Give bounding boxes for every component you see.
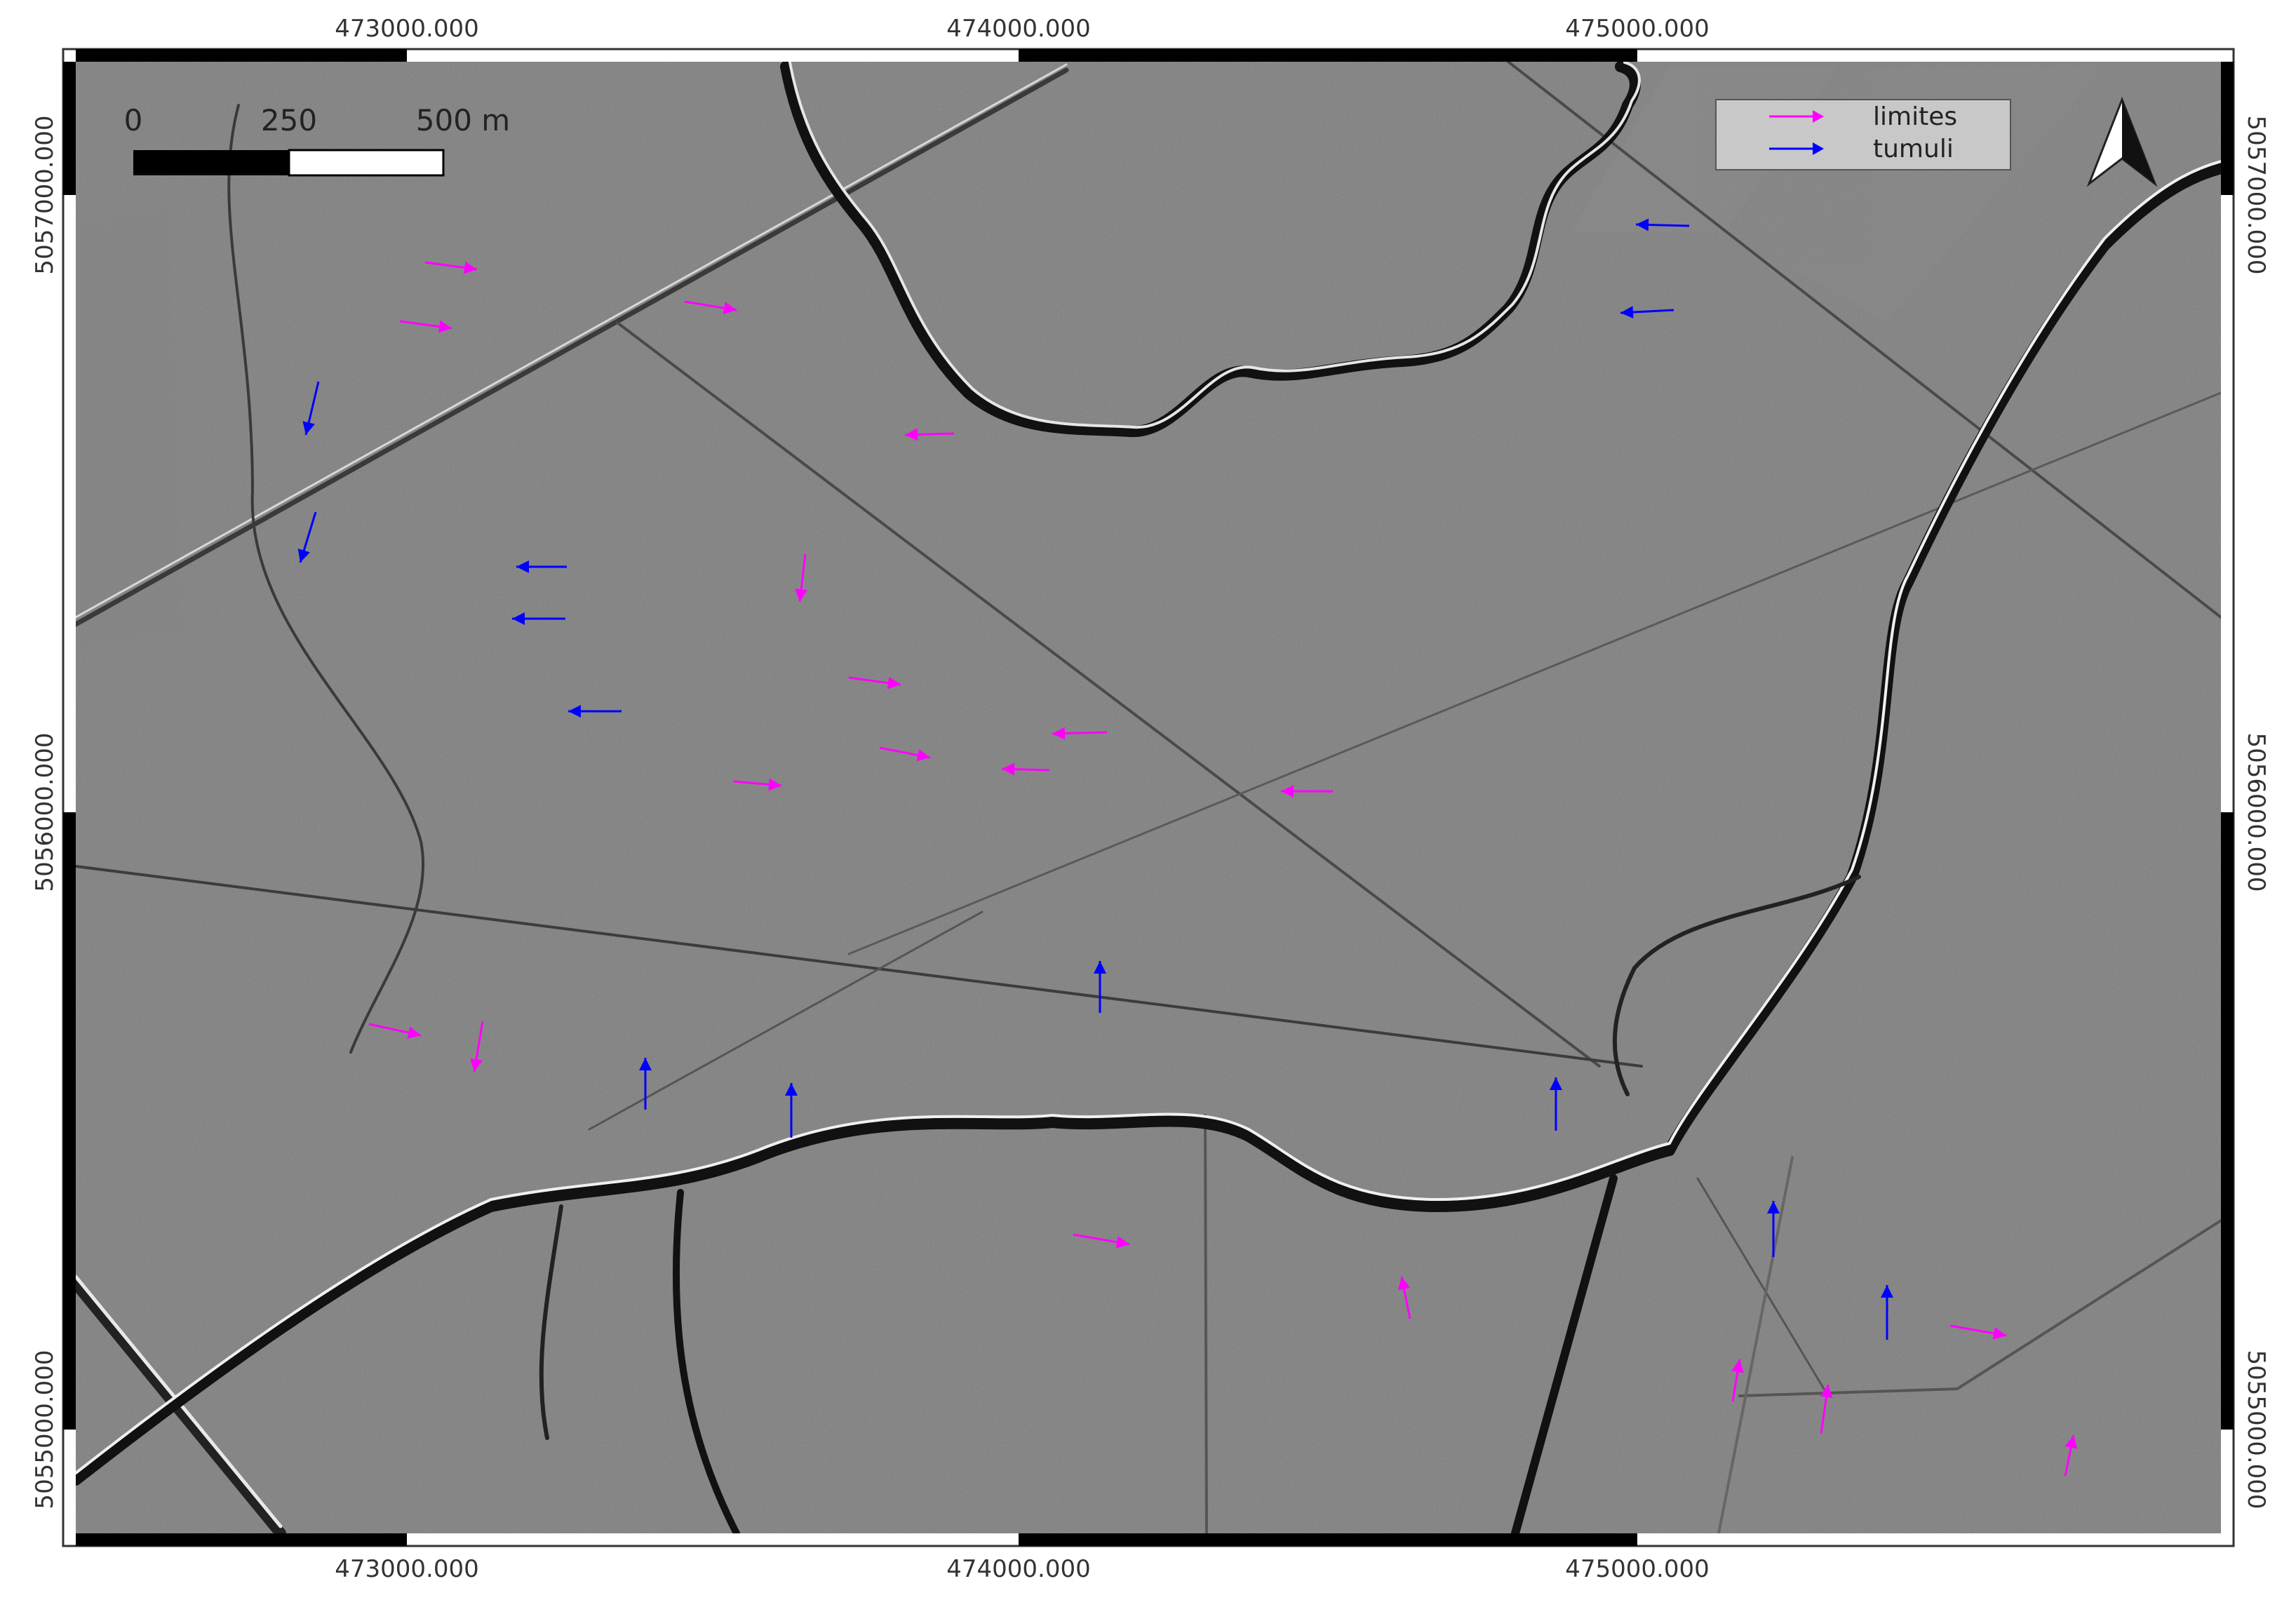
y-coordinate-labels-left: 5057000.000 5056000.000 5055000.000: [31, 115, 59, 1509]
scale-tick-label: 0: [124, 103, 143, 137]
y-coord-label: 5056000.000: [2242, 732, 2270, 892]
x-coord-label: 475000.000: [1565, 15, 1710, 43]
legend: limites tumuli: [1715, 99, 2011, 170]
x-coord-label: 473000.000: [335, 1555, 479, 1583]
y-coord-label: 5056000.000: [31, 732, 59, 892]
legend-label: limites: [1873, 102, 1957, 131]
scale-tick-label: 500 m: [416, 103, 510, 137]
x-coordinate-labels-top: 473000.000 474000.000 475000.000: [335, 15, 1710, 43]
map-canvas: [76, 62, 2221, 1533]
x-coord-label: 475000.000: [1565, 1555, 1710, 1583]
x-coordinate-labels-bottom: 473000.000 474000.000 475000.000: [335, 1555, 1710, 1583]
y-coord-label: 5055000.000: [2242, 1350, 2270, 1509]
y-coord-label: 5057000.000: [2242, 115, 2270, 274]
x-coord-label: 474000.000: [946, 1555, 1091, 1583]
y-coord-label: 5055000.000: [31, 1350, 59, 1509]
x-coord-label: 473000.000: [335, 15, 479, 43]
legend-label: tumuli: [1873, 135, 1954, 163]
scale-tick-label: 250: [261, 103, 317, 137]
x-coord-label: 474000.000: [946, 15, 1091, 43]
y-coord-label: 5057000.000: [31, 115, 59, 274]
map-figure: 473000.000 474000.000 475000.000 473000.…: [31, 15, 2270, 1583]
y-coordinate-labels-right: 5057000.000 5056000.000 5055000.000: [2242, 115, 2270, 1509]
